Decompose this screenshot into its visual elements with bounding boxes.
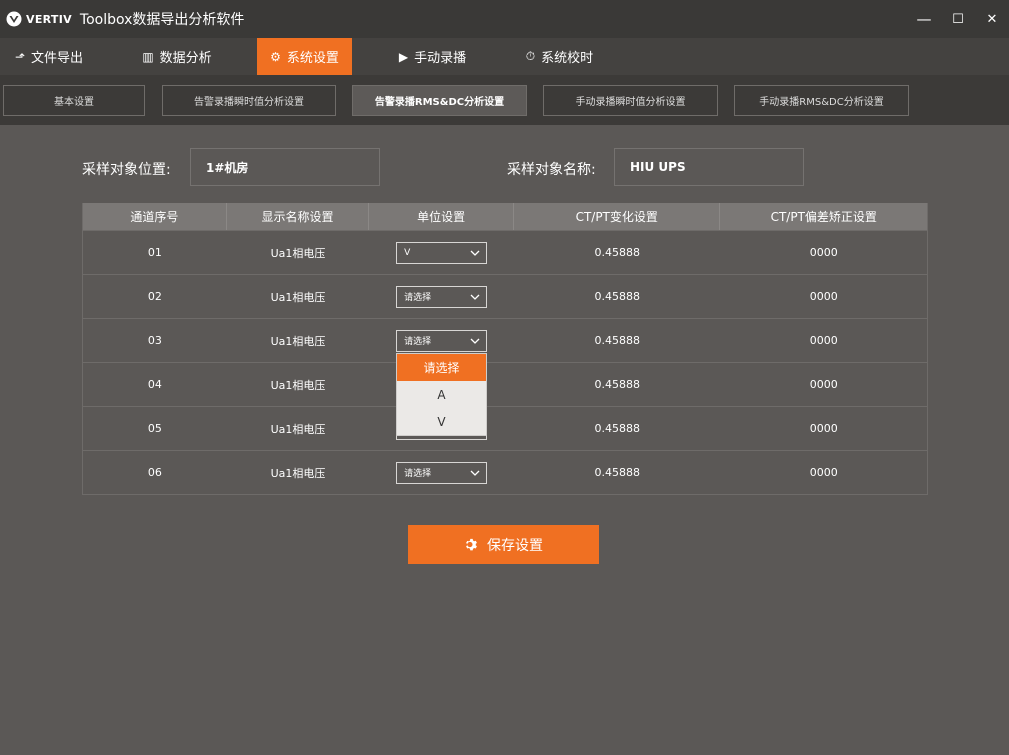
menu-data-analysis[interactable]: ▥ 数据分析 — [128, 38, 226, 75]
cell-channel: 06 — [147, 466, 162, 479]
cell-channel: 05 — [147, 422, 162, 435]
cell-offset: 0000 — [809, 422, 838, 435]
menu-label: 手动录播 — [414, 51, 467, 66]
channel-table: 通道序号 显示名称设置 单位设置 CT/PT变化设置 CT/PT偏差矫正设置 0… — [82, 203, 928, 495]
header-unit: 单位设置 — [369, 203, 514, 230]
sub-tab-bar: 基本设置 告警录播瞬时值分析设置 告警录播RMS&DC分析设置 手动录播瞬时值分… — [0, 75, 1009, 125]
location-label: 采样对象位置: — [82, 162, 171, 178]
menu-time-sync[interactable]: ⏱ 系统校时 — [512, 38, 607, 75]
unit-select-value: 请选择 — [404, 337, 432, 347]
window-controls: — ☐ ✕ — [907, 0, 1009, 38]
unit-select[interactable]: 请选择 — [396, 461, 488, 484]
cell-ct: 0.45888 — [594, 422, 640, 435]
cell-name: Ua1相电压 — [270, 246, 326, 260]
unit-select-value: V — [404, 247, 411, 258]
gear-icon — [466, 538, 477, 551]
cell-unit: 请选择 — [369, 451, 514, 494]
menu-system-settings[interactable]: ⚙ 系统设置 — [257, 38, 352, 75]
cell-offset: 0000 — [809, 246, 838, 259]
chevron-down-icon — [470, 338, 480, 344]
dropdown-option-placeholder[interactable]: 请选择 — [397, 354, 486, 381]
chart-icon: ▥ — [142, 49, 154, 64]
header-ct-pt-ratio: CT/PT变化设置 — [514, 203, 721, 230]
table-row: 06 Ua1相电压 请选择 0.45888 0000 — [83, 450, 927, 494]
tab-alarm-instant-analysis[interactable]: 告警录播瞬时值分析设置 — [162, 85, 336, 116]
table-header: 通道序号 显示名称设置 单位设置 CT/PT变化设置 CT/PT偏差矫正设置 — [83, 203, 927, 230]
cell-ct: 0.45888 — [594, 290, 640, 303]
cell-name: Ua1相电压 — [270, 422, 326, 436]
name-label: 采样对象名称: — [507, 162, 596, 178]
cell-offset: 0000 — [809, 378, 838, 391]
table-row: 03 Ua1相电压 请选择 0.45888 0000 — [83, 318, 927, 362]
cell-channel: 03 — [147, 334, 162, 347]
export-icon: ⬏ — [14, 49, 25, 64]
app-title: Toolbox数据导出分析软件 — [79, 12, 245, 28]
table-row: 02 Ua1相电压 请选择 0.45888 0000 — [83, 274, 927, 318]
title-bar: VERTIV Toolbox数据导出分析软件 — ☐ ✕ — [0, 0, 1009, 38]
video-icon: ▶ — [398, 49, 409, 64]
cell-ct: 0.45888 — [594, 246, 640, 259]
cell-ct: 0.45888 — [594, 466, 640, 479]
unit-select-value: 请选择 — [404, 469, 432, 479]
cell-offset: 0000 — [809, 466, 838, 479]
location-input[interactable]: 1#机房 — [190, 148, 380, 186]
cell-channel: 02 — [147, 290, 162, 303]
menu-label: 数据分析 — [159, 51, 212, 66]
header-channel: 通道序号 — [83, 203, 227, 230]
unit-select[interactable]: 请选择 — [396, 285, 488, 308]
maximize-button[interactable]: ☐ — [941, 0, 975, 38]
unit-dropdown-menu: 请选择 A V — [396, 353, 487, 436]
tab-manual-instant-analysis[interactable]: 手动录播瞬时值分析设置 — [543, 85, 718, 116]
dropdown-option-a[interactable]: A — [397, 381, 486, 408]
cell-name: Ua1相电压 — [270, 334, 326, 348]
cell-unit: V — [369, 231, 514, 274]
chevron-down-icon — [470, 250, 480, 256]
cell-name: Ua1相电压 — [270, 378, 326, 392]
menu-manual-record[interactable]: ▶ 手动录播 — [385, 38, 480, 75]
cell-ct: 0.45888 — [594, 378, 640, 391]
menu-label: 文件导出 — [31, 51, 84, 66]
settings-panel: 采样对象位置: 1#机房 采样对象名称: HIU UPS 通道序号 显示名称设置… — [0, 125, 1009, 755]
cell-name: Ua1相电压 — [270, 290, 326, 304]
timer-icon: ⏱ — [525, 49, 536, 63]
chevron-down-icon — [470, 294, 480, 300]
unit-select[interactable]: V — [396, 241, 488, 264]
vertiv-logo: VERTIV — [6, 11, 72, 27]
table-row: 01 Ua1相电压 V 0.45888 0000 — [83, 230, 927, 274]
menu-file-export[interactable]: ⬏ 文件导出 — [0, 38, 98, 75]
gear-icon: ⚙ — [270, 49, 281, 64]
cell-name: Ua1相电压 — [270, 466, 326, 480]
header-ct-pt-offset: CT/PT偏差矫正设置 — [770, 210, 877, 224]
name-input[interactable]: HIU UPS — [614, 148, 804, 186]
vertiv-logo-icon — [6, 11, 22, 27]
menu-label: 系统校时 — [541, 51, 594, 66]
tab-manual-rms-dc-analysis[interactable]: 手动录播RMS&DC分析设置 — [734, 85, 909, 116]
close-button[interactable]: ✕ — [975, 0, 1009, 38]
cell-unit: 请选择 — [369, 275, 514, 318]
table-row: 04 Ua1相电压 0.45888 0000 — [83, 362, 927, 406]
save-button-label: 保存设置 — [487, 537, 543, 554]
cell-ct: 0.45888 — [594, 334, 640, 347]
cell-offset: 0000 — [809, 290, 838, 303]
logo-text: VERTIV — [26, 12, 72, 26]
cell-channel: 04 — [147, 378, 162, 391]
save-settings-button[interactable]: 保存设置 — [408, 525, 599, 564]
tab-basic-settings[interactable]: 基本设置 — [3, 85, 145, 116]
cell-offset: 0000 — [809, 334, 838, 347]
header-display-name: 显示名称设置 — [227, 203, 370, 230]
main-menu: ⬏ 文件导出 ▥ 数据分析 ⚙ 系统设置 ▶ 手动录播 ⏱ 系统校时 — [0, 38, 1009, 75]
unit-select-value: 请选择 — [404, 293, 432, 303]
menu-label: 系统设置 — [286, 51, 339, 66]
minimize-button[interactable]: — — [907, 0, 941, 38]
tab-alarm-rms-dc-analysis[interactable]: 告警录播RMS&DC分析设置 — [352, 85, 527, 116]
table-row: 05 Ua1相电压 0.45888 0000 — [83, 406, 927, 450]
dropdown-option-v[interactable]: V — [397, 408, 486, 435]
cell-channel: 01 — [147, 246, 162, 259]
unit-select-open[interactable]: 请选择 — [396, 329, 488, 352]
chevron-down-icon — [470, 470, 480, 476]
